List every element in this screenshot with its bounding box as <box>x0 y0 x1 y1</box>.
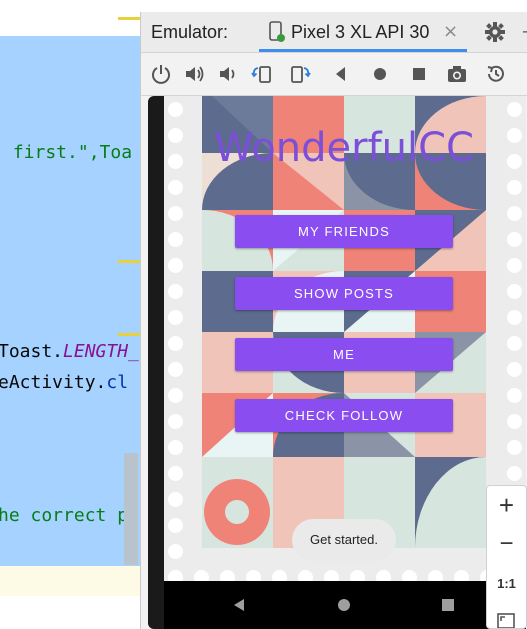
nav-home-icon[interactable] <box>337 598 351 612</box>
stamp-perforation <box>168 362 183 377</box>
stamp-perforation <box>168 518 183 533</box>
warning-marker <box>118 333 140 336</box>
camera-icon[interactable] <box>446 63 468 85</box>
stamp-perforation <box>507 336 522 351</box>
stamp-perforation <box>507 362 522 377</box>
stamp-perforation <box>402 570 417 581</box>
show-posts-button[interactable]: SHOW POSTS <box>235 277 453 310</box>
toast-message: Get started. <box>292 519 396 561</box>
rotate-left-icon[interactable] <box>251 63 273 85</box>
stamp-perforation <box>507 232 522 247</box>
warning-marker <box>118 260 140 263</box>
phone-device-icon <box>269 21 285 42</box>
app-title: WonderfulCC <box>214 125 474 171</box>
stamp-perforation <box>507 414 522 429</box>
zoom-controls: + − 1:1 <box>486 485 527 629</box>
power-icon[interactable] <box>150 63 172 85</box>
stamp-perforation <box>246 570 261 581</box>
stamp-perforation <box>168 414 183 429</box>
warning-marker <box>118 17 140 20</box>
stamp-perforation <box>168 154 183 169</box>
minimize-icon[interactable]: – <box>522 21 527 42</box>
code-token: Toast. <box>0 341 64 362</box>
code-token: LENGTH_ <box>63 341 139 362</box>
check-follow-button[interactable]: CHECK FOLLOW <box>235 399 453 432</box>
code-line[interactable]: eActivity.cl <box>0 372 128 393</box>
stamp-perforation <box>507 180 522 195</box>
stamp-perforation <box>168 492 183 507</box>
volume-down-icon[interactable] <box>217 63 239 85</box>
code-editor[interactable]: first.",Toa Toast.LENGTH_ eActivity.cl h… <box>0 0 142 629</box>
stamp-perforation <box>168 310 183 325</box>
stamp-perforation <box>376 570 391 581</box>
android-navigation-bar <box>164 581 526 629</box>
close-tab-icon[interactable]: × <box>443 21 458 42</box>
emulator-label: Emulator: <box>151 22 229 42</box>
stamp-perforation <box>168 544 183 559</box>
stamp-perforation <box>194 570 209 581</box>
stamp-perforation <box>220 570 235 581</box>
stamp-perforation <box>168 388 183 403</box>
stamp-perforation <box>168 128 183 143</box>
stamp-perforation <box>507 128 522 143</box>
nav-overview-icon[interactable] <box>441 598 455 612</box>
code-line[interactable]: he correct p <box>0 505 128 526</box>
volume-up-icon[interactable] <box>184 63 206 85</box>
stamp-perforation <box>168 570 183 581</box>
stamp-perforation <box>507 466 522 481</box>
emulator-toolbar <box>141 53 527 96</box>
nav-back-icon[interactable] <box>232 598 246 612</box>
stamp-perforation <box>168 232 183 247</box>
fit-screen-icon[interactable] <box>496 612 516 628</box>
stamp-perforation <box>507 440 522 455</box>
home-icon[interactable] <box>369 63 391 85</box>
current-line-highlight <box>0 566 142 596</box>
stamp-perforation <box>168 466 183 481</box>
device-tab-label: Pixel 3 XL API 30 <box>291 22 430 42</box>
stamp-perforation <box>272 570 287 581</box>
stamp-perforation <box>168 258 183 273</box>
me-button[interactable]: ME <box>235 338 453 371</box>
stamp-perforation <box>324 570 339 581</box>
stamp-perforation <box>168 206 183 221</box>
stamp-perforation <box>507 284 522 299</box>
stamp-perforation <box>507 388 522 403</box>
zoom-actual-size-button[interactable]: 1:1 <box>487 576 526 591</box>
stamp-perforation <box>507 102 522 117</box>
zoom-in-button[interactable]: + <box>487 490 526 521</box>
code-token: eActivity. <box>0 372 107 393</box>
stamp-perforation <box>168 180 183 195</box>
stamp-perforation <box>298 570 313 581</box>
snapshot-icon[interactable] <box>485 63 507 85</box>
rotate-right-icon[interactable] <box>289 63 311 85</box>
stamp-perforation <box>168 102 183 117</box>
stamp-perforation <box>428 570 443 581</box>
stamp-perforation <box>507 154 522 169</box>
selection-highlight <box>0 36 142 566</box>
stamp-perforation <box>168 336 183 351</box>
stamp-perforation <box>507 258 522 273</box>
code-token: cl <box>106 372 129 393</box>
emulator-title-bar: Emulator: Pixel 3 XL API 30 × – <box>141 12 527 53</box>
device-tab[interactable]: Pixel 3 XL API 30 × <box>259 12 467 52</box>
gear-icon[interactable] <box>484 21 506 43</box>
code-line[interactable]: Toast.LENGTH_ <box>0 341 139 362</box>
back-icon[interactable] <box>330 63 352 85</box>
overview-icon[interactable] <box>408 63 430 85</box>
stamp-perforation <box>168 440 183 455</box>
stamp-perforation <box>507 206 522 221</box>
editor-scrollbar[interactable] <box>124 453 138 565</box>
stamp-perforation <box>454 570 469 581</box>
stamp-perforation <box>507 310 522 325</box>
zoom-out-button[interactable]: − <box>487 530 526 558</box>
my-friends-button[interactable]: MY FRIENDS <box>235 215 453 248</box>
stamp-perforation <box>168 284 183 299</box>
code-line[interactable]: first.",Toa <box>2 142 132 163</box>
stamp-perforation <box>350 570 365 581</box>
